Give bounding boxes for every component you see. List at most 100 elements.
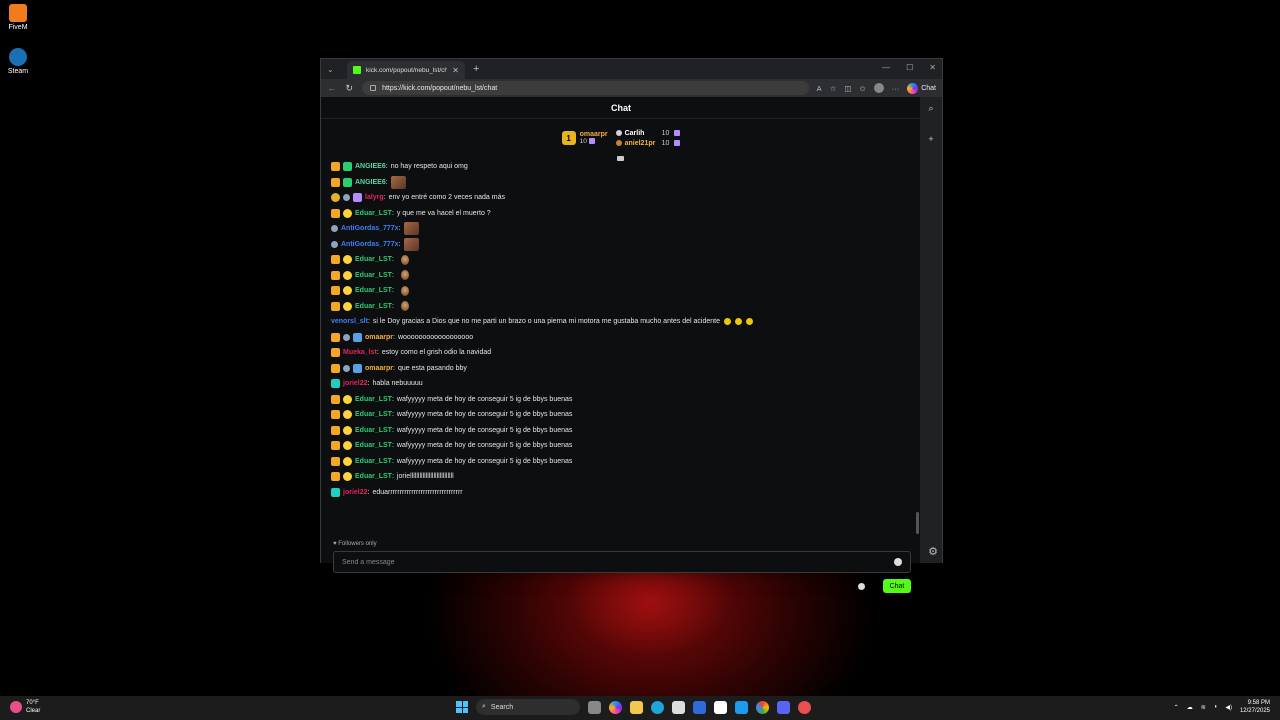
app-icon[interactable] <box>693 700 706 714</box>
og-badge-icon[interactable] <box>331 487 340 497</box>
emoji-picker-icon[interactable] <box>894 558 902 566</box>
chat-username[interactable]: Eduar_LST <box>355 427 392 434</box>
chat-message[interactable]: venorsl_slt: si le Doy gracias a Dios que… <box>331 314 911 330</box>
roblox-icon[interactable] <box>714 700 727 714</box>
sub-gifter-badge-icon[interactable] <box>353 332 362 342</box>
chat-message[interactable]: omaarpr: que esta pasando bby <box>331 361 911 377</box>
chat-message[interactable]: Eduar_LST: y que me va hacel el muerto ? <box>331 206 911 222</box>
chat-message[interactable]: joriel22: habla nebuuuuu <box>331 376 911 392</box>
maximize-icon[interactable]: ☐ <box>906 63 913 72</box>
new-tab-icon[interactable]: + <box>473 63 479 75</box>
chat-username[interactable]: omaarpr <box>365 334 393 341</box>
desktop-icon-steam[interactable]: Steam <box>6 48 30 75</box>
app-icon[interactable] <box>798 700 811 714</box>
chat-settings-icon[interactable] <box>858 583 865 590</box>
ghost-badge-icon[interactable] <box>343 194 350 202</box>
vip-badge-icon[interactable] <box>343 425 352 435</box>
crown-badge-icon[interactable] <box>331 301 340 311</box>
leaderboard-first[interactable]: 1 omaarpr 10 <box>561 131 608 145</box>
network-icon[interactable]: ☁ <box>1187 704 1193 711</box>
crown-badge-icon[interactable] <box>331 394 340 404</box>
ghost-badge-icon[interactable] <box>343 364 350 372</box>
og-badge-icon[interactable] <box>331 379 340 389</box>
leaderboard-second[interactable]: Carlih 10 <box>615 130 681 137</box>
leaderboard-third[interactable]: aniel21pr 10 <box>615 140 681 147</box>
crown-badge-icon[interactable] <box>331 162 340 172</box>
chat-username[interactable]: joriel22 <box>343 380 368 387</box>
sub-gifter-badge-icon[interactable] <box>353 363 362 373</box>
vip-badge-icon[interactable] <box>343 394 352 404</box>
close-tab-icon[interactable]: ✕ <box>452 66 459 75</box>
mic-icon[interactable]: ◖ <box>1214 704 1218 710</box>
volume-icon[interactable]: ◀) <box>1225 704 1232 711</box>
chat-username[interactable]: joriel22 <box>343 489 368 496</box>
vip-badge-icon[interactable] <box>343 301 352 311</box>
chat-message[interactable]: AntiGordas_777x: <box>331 221 911 237</box>
chat-username[interactable]: Eduar_LST <box>355 442 392 449</box>
chat-username[interactable]: ANGIEE6 <box>355 163 386 170</box>
chat-message[interactable]: ANGIEE6: no hay respeto aqui omg <box>331 159 911 175</box>
chat-message[interactable]: Eduar_LST: <box>331 283 911 299</box>
chat-message[interactable]: omaarpr: woooooooooooooooooo <box>331 330 911 346</box>
discord-icon[interactable] <box>777 700 790 714</box>
site-info-icon[interactable] <box>370 85 377 91</box>
chat-username[interactable]: Eduar_LST <box>355 411 392 418</box>
chat-message[interactable]: Mueka_lst: estoy como el grish odio la na… <box>331 345 911 361</box>
gem-badge-icon[interactable] <box>353 193 362 203</box>
ghost-badge-icon[interactable] <box>331 240 338 248</box>
vip-badge-icon[interactable] <box>343 456 352 466</box>
more-menu-icon[interactable]: ··· <box>892 84 900 93</box>
edge-icon[interactable] <box>651 700 664 714</box>
chat-username[interactable]: Eduar_LST <box>355 256 392 263</box>
chat-message[interactable]: AntiGordas_777x: <box>331 237 911 253</box>
chat-message[interactable]: Eduar_LST: jorielllllllllllllllllllllllll… <box>331 469 911 485</box>
close-window-icon[interactable]: ✕ <box>929 63 936 72</box>
chat-username[interactable]: Eduar_LST <box>355 210 392 217</box>
chat-message[interactable]: joriel22: eduarrrrrrrrrrrrrrrrrrrrrrrrrrr… <box>331 485 911 501</box>
chat-message[interactable]: Eduar_LST: <box>331 299 911 315</box>
chat-message[interactable]: Eduar_LST: wafyyyyy meta de hoy de conseg… <box>331 454 911 470</box>
ghost-badge-icon[interactable] <box>331 225 338 233</box>
chat-username[interactable]: AntiGordas_777x <box>341 225 399 232</box>
crown-badge-icon[interactable] <box>331 255 340 265</box>
subscriber-badge-icon[interactable] <box>343 177 352 187</box>
store-icon[interactable] <box>672 700 685 714</box>
sidebar-settings-icon[interactable]: ⚙ <box>928 545 938 558</box>
task-view-icon[interactable] <box>588 700 601 714</box>
crown-badge-icon[interactable] <box>331 441 340 451</box>
extensions-icon[interactable]: ◫ <box>844 84 851 93</box>
vip-badge-icon[interactable] <box>343 286 352 296</box>
crown-badge-icon[interactable] <box>331 425 340 435</box>
chat-messages[interactable]: ANGIEE6: no hay respeto aqui omg ANGIEE6: l… <box>331 159 911 531</box>
tab-kick-chat[interactable]: kick.com/popout/nebu_lst/chat ✕ <box>347 61 465 79</box>
back-icon[interactable]: ← <box>327 83 337 93</box>
crown-badge-icon[interactable] <box>331 270 340 280</box>
copilot-app-icon[interactable] <box>609 700 622 714</box>
chat-scrollbar[interactable] <box>916 512 919 534</box>
weather-widget[interactable]: 70°F Clear <box>10 699 40 715</box>
chat-username[interactable]: venorsl_slt <box>331 318 368 325</box>
crown-badge-icon[interactable] <box>331 472 340 482</box>
chat-message[interactable]: lalyrg: env yo entré como 2 veces nada má… <box>331 190 911 206</box>
chat-username[interactable]: Mueka_lst <box>343 349 377 356</box>
subscriber-badge-icon[interactable] <box>343 162 352 172</box>
chat-username[interactable]: Eduar_LST <box>355 303 392 310</box>
chat-message[interactable]: Eduar_LST: <box>331 252 911 268</box>
chat-message[interactable]: Eduar_LST: wafyyyyy meta de hoy de conseg… <box>331 392 911 408</box>
ghost-badge-icon[interactable] <box>343 333 350 341</box>
sidebar-search-icon[interactable]: ⌕ <box>928 103 933 114</box>
vip-badge-icon[interactable] <box>343 208 352 218</box>
crown-badge-icon[interactable] <box>331 363 340 373</box>
message-input-box[interactable] <box>333 551 911 573</box>
chat-username[interactable]: omaarpr <box>365 365 393 372</box>
chat-message[interactable]: Eduar_LST: wafyyyyy meta de hoy de conseg… <box>331 438 911 454</box>
read-aloud-icon[interactable]: A <box>817 84 822 93</box>
chat-username[interactable]: Eduar_LST <box>355 473 392 480</box>
vip-badge-icon[interactable] <box>343 410 352 420</box>
crown-badge-icon[interactable] <box>331 332 340 342</box>
crown-badge-icon[interactable] <box>331 456 340 466</box>
copilot-chat-button[interactable]: Chat <box>907 82 936 94</box>
favorites-icon[interactable]: ✩ <box>859 84 865 93</box>
chat-username[interactable]: lalyrg <box>365 194 384 201</box>
chrome-icon[interactable] <box>756 700 769 714</box>
